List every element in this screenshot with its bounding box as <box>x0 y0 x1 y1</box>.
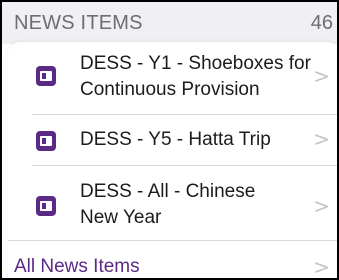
section-header: NEWS ITEMS 46 <box>2 2 337 44</box>
news-item-title-line1: DESS - Y5 - Hatta Trip <box>80 129 271 150</box>
section-title: NEWS ITEMS <box>14 12 143 34</box>
news-icon <box>36 131 56 151</box>
news-icon <box>36 196 56 216</box>
news-icon <box>36 66 56 86</box>
news-item-chinese-new-year[interactable]: DESS - All - Chinese New Year > <box>8 166 337 240</box>
news-item-title-line1: DESS - Y1 - Shoeboxes for <box>80 53 311 74</box>
news-list: DESS - Y1 - Shoeboxes for Continuous Pro… <box>8 42 337 279</box>
news-item-title-line2: Continuous Provision <box>80 79 260 100</box>
news-item-title-line1: DESS - All - Chinese <box>80 181 256 202</box>
chevron-right-icon: > <box>313 64 330 88</box>
news-count: 46 <box>310 12 333 34</box>
news-item-shoeboxes[interactable]: DESS - Y1 - Shoeboxes for Continuous Pro… <box>8 42 337 114</box>
news-item-title-line2: New Year <box>80 207 162 228</box>
all-news-items-link[interactable]: All News Items > <box>8 241 337 279</box>
chevron-right-icon: > <box>313 255 330 279</box>
chevron-right-icon: > <box>313 127 330 151</box>
news-item-hatta-trip[interactable]: DESS - Y5 - Hatta Trip > <box>8 115 337 165</box>
news-panel: NEWS ITEMS 46 DESS - Y1 - Shoeboxes for … <box>0 0 339 280</box>
all-news-items-label: All News Items <box>14 256 140 277</box>
chevron-right-icon: > <box>313 194 330 218</box>
